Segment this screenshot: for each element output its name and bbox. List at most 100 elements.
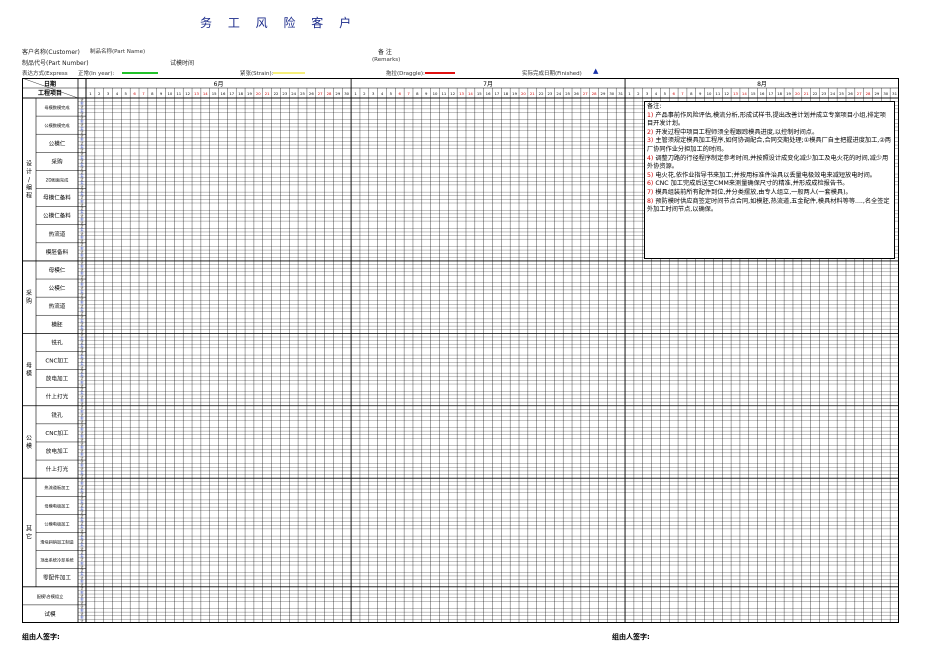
day-number: 16 xyxy=(221,91,226,96)
day-number: 20 xyxy=(521,91,526,96)
normal-label: 正常(In year): xyxy=(78,71,115,77)
day-number: 27 xyxy=(857,91,862,96)
day-number: 25 xyxy=(839,91,844,96)
day-number: 9 xyxy=(699,91,702,96)
process-header: 工程项目 xyxy=(38,89,62,97)
day-number: 16 xyxy=(486,91,491,96)
note-text: 主管须规定模具加工程序,如何协调配合,合同交期处理;①模具厂自主把握进度加工,②… xyxy=(647,137,891,153)
task-label: 顶出系统冷却系统 xyxy=(40,557,74,564)
day-number: 14 xyxy=(203,91,208,96)
task-label: 母模仁 xyxy=(49,266,66,274)
part-name-label: 制品名称(Part Name) xyxy=(90,49,146,55)
date-header: 日期 xyxy=(44,80,56,88)
day-number: 23 xyxy=(821,91,826,96)
day-number: 29 xyxy=(335,91,340,96)
day-number: 31 xyxy=(618,91,623,96)
trial-time-label: 试模时间 xyxy=(170,60,195,67)
day-number: 7 xyxy=(142,91,145,96)
day-number: 10 xyxy=(433,91,438,96)
note-item: 6) CNC 加工完成后送至CMM来测量确保尺寸的精准,并形成成检报告书。 xyxy=(647,180,892,189)
group-label-char: 购 xyxy=(26,297,32,305)
task-label: 2D图面完成 xyxy=(46,176,69,183)
task-label: 试模 xyxy=(44,610,56,618)
task-label: 热流道板加工 xyxy=(44,484,69,491)
task-label: 公模仁 xyxy=(49,284,66,292)
day-number: 31 xyxy=(892,91,897,96)
day-number: 2 xyxy=(637,91,640,96)
group-label-char: 编 xyxy=(26,183,32,191)
group-label-char: 母 xyxy=(26,363,32,370)
day-number: 30 xyxy=(344,91,349,96)
day-number: 30 xyxy=(609,91,614,96)
month-label: 8月 xyxy=(757,81,767,88)
day-number: 6 xyxy=(672,91,675,96)
group-label-char: 程 xyxy=(26,191,32,199)
task-label: 放电加工 xyxy=(46,375,69,383)
month-label: 7月 xyxy=(483,81,493,88)
struggle-legend-line xyxy=(425,72,455,74)
day-number: 12 xyxy=(185,91,190,96)
task-label: 铣孔 xyxy=(51,411,63,419)
part-number-label: 制品代号(Part Number) xyxy=(22,60,89,67)
notes-list: 1) 产品事前作风险评估,模流分析,形成试样书,提出改善计划并成立专案项目小组,… xyxy=(647,112,892,215)
day-number: 21 xyxy=(265,91,270,96)
day-number: 29 xyxy=(874,91,879,96)
day-number: 6 xyxy=(399,91,402,96)
day-number: 26 xyxy=(848,91,853,96)
note-item: 4) 调整刀路的行径程序制定参考时间,并按照设计成变化减少加工及电火花的时间,减… xyxy=(647,155,892,172)
task-label: 母模数模完成 xyxy=(44,104,69,111)
day-number: 13 xyxy=(459,91,464,96)
day-number: 28 xyxy=(866,91,871,96)
day-number: 22 xyxy=(539,91,544,96)
note-text: 模具组装前所有配件到位,并分类摆放,由专人组立,一般两人(一套模具)。 xyxy=(655,188,852,196)
day-number: 18 xyxy=(777,91,782,96)
day-number: 1 xyxy=(354,91,357,96)
day-number: 11 xyxy=(441,91,446,96)
day-number: 18 xyxy=(238,91,243,96)
day-number: 5 xyxy=(125,91,128,96)
day-number: 19 xyxy=(247,91,252,96)
day-number: 26 xyxy=(309,91,314,96)
page-title: 务 工 风 险 客 户 xyxy=(200,14,357,31)
task-label: 公模电极加工 xyxy=(44,520,69,527)
group-label-char: / xyxy=(28,176,31,183)
right-signature-label: 组由人签字: xyxy=(612,633,650,641)
note-text: 开发过程中项目工程师须全程跟踪模具进度,以控制时间点。 xyxy=(655,128,819,136)
task-label: 公模数模完成 xyxy=(44,122,69,129)
group-label-char: 设 xyxy=(26,159,32,167)
day-number: 16 xyxy=(760,91,765,96)
day-number: 24 xyxy=(291,91,296,96)
group-label-char: 计 xyxy=(26,167,32,175)
day-number: 27 xyxy=(583,91,588,96)
group-label-char: 它 xyxy=(26,532,32,540)
day-number: 14 xyxy=(742,91,747,96)
day-number: 22 xyxy=(813,91,818,96)
day-number: 13 xyxy=(733,91,738,96)
day-number: 9 xyxy=(425,91,428,96)
day-number: 4 xyxy=(655,91,658,96)
day-number: 7 xyxy=(681,91,684,96)
day-number: 19 xyxy=(512,91,517,96)
remarks-en-label: (Remarks) xyxy=(372,57,401,63)
left-signature-label: 组由人签字: xyxy=(22,633,60,641)
day-number: 21 xyxy=(530,91,535,96)
day-number: 3 xyxy=(646,91,649,96)
struggle-label: 拖拉(Draggle): xyxy=(386,71,425,77)
day-number: 26 xyxy=(574,91,579,96)
task-label: 放电加工 xyxy=(46,447,69,455)
day-number: 8 xyxy=(416,91,419,96)
note-item: 1) 产品事前作风险评估,模流分析,形成试样书,提出改善计划并成立专案项目小组,… xyxy=(647,112,892,129)
day-number: 15 xyxy=(477,91,482,96)
day-number: 28 xyxy=(592,91,597,96)
note-item: 7) 模具组装前所有配件到位,并分类摆放,由专人组立,一般两人(一套模具)。 xyxy=(647,189,892,198)
day-number: 15 xyxy=(751,91,756,96)
day-number: 3 xyxy=(107,91,110,96)
normal-legend-line xyxy=(122,72,158,74)
task-label: 热流道 xyxy=(49,302,66,310)
notes-title: 备注: xyxy=(647,103,662,110)
task-label: 公模仁备料 xyxy=(43,212,71,220)
day-number: 24 xyxy=(830,91,835,96)
day-number: 8 xyxy=(690,91,693,96)
note-text: 调整刀路的行径程序制定参考时间,并按照设计成变化减少加工及电火花的时间,减少用外… xyxy=(647,154,889,171)
day-number: 15 xyxy=(212,91,217,96)
